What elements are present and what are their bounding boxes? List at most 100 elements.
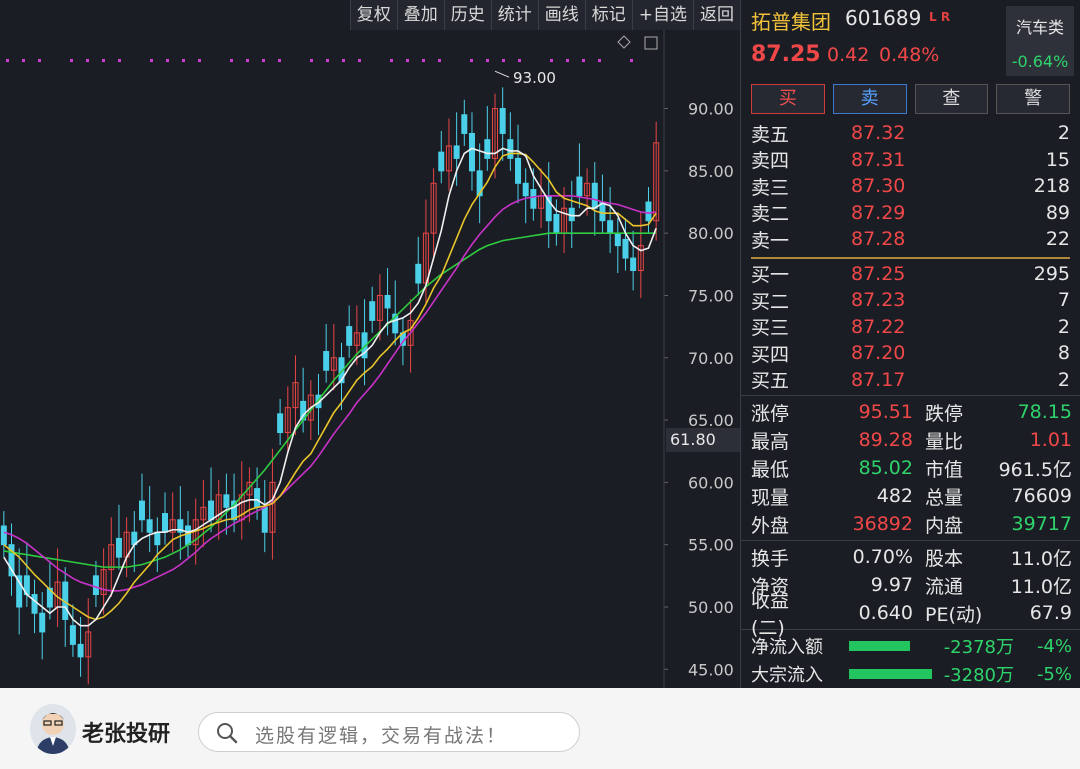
bids-level-row[interactable]: 买二 87.23 7 — [751, 287, 1070, 314]
divider — [741, 395, 1080, 396]
capital-flow-row: 大宗流入 -3280万 -5% — [741, 660, 1080, 688]
toolbar-button-6[interactable]: +自选 — [631, 0, 693, 30]
toolbar-button-7[interactable]: 返回 — [693, 0, 740, 30]
bids-price: 87.23 — [851, 289, 906, 312]
asks-price: 87.32 — [851, 122, 906, 145]
stat-k: 涨停 — [751, 402, 790, 425]
asks-label: 卖五 — [751, 123, 790, 146]
asks-level-row[interactable]: 卖五 87.32 2 — [751, 120, 1070, 147]
candle-body — [576, 176, 583, 197]
bids-level-row[interactable]: 买四 87.20 8 — [751, 340, 1070, 367]
y-tick-label: 50.00 — [688, 598, 734, 617]
quote-stats-fundamental: 换手 0.70% 股本 11.0亿 净资 9.97 流通 11.0亿 收益(二) 0.640 PE(… — [741, 543, 1080, 639]
asks-level-row[interactable]: 卖一 87.28 22 — [751, 226, 1070, 253]
sell-button[interactable]: 卖 — [832, 84, 907, 114]
signal-marker — [390, 59, 393, 62]
ma60-line — [3, 232, 657, 568]
flow-pct: -5% — [1036, 663, 1072, 685]
asks-label: 卖二 — [751, 203, 790, 226]
search-box[interactable]: 选股有逻辑，交易有战法！ — [198, 712, 580, 752]
candle-body — [69, 625, 76, 645]
stat-v: 85.02 — [858, 457, 913, 479]
stock-name[interactable]: 拓普集团 — [751, 6, 831, 35]
stat-k2: 市值 — [925, 458, 964, 481]
chart-toolbar: 复权 叠加 历史 统计 画线 标记 +自选 返回 — [349, 0, 740, 30]
kline-chart[interactable]: 90.0085.0080.0075.0070.0065.0060.0055.00… — [0, 0, 740, 688]
footer-bar: 老张投研 选股有逻辑，交易有战法！ — [0, 688, 1080, 769]
candle-body — [591, 182, 598, 209]
asks-level-row[interactable]: 卖三 87.30 218 — [751, 173, 1070, 200]
kline-chart-pane[interactable]: 90.00 85.00 80.00 75.00 70.00 65.00 60.00 55.00… — [0, 0, 740, 688]
bids-label: 买一 — [751, 264, 790, 287]
stat-k2: 总量 — [925, 486, 964, 509]
toolbar-button-2[interactable]: 历史 — [443, 0, 491, 30]
toolbar-button-0[interactable]: 复权 — [349, 0, 397, 30]
alert-button[interactable]: 警 — [996, 84, 1070, 114]
ma20-line — [3, 194, 657, 592]
asks-label: 卖三 — [751, 176, 790, 199]
signal-marker — [278, 59, 281, 62]
asks-price: 87.28 — [851, 228, 906, 251]
bids-label: 买四 — [751, 343, 790, 366]
stat-row: 收益(二) 0.640 PE(动) 67.9 — [751, 590, 1072, 639]
toolbar-button-4[interactable]: 画线 — [537, 0, 585, 30]
search-placeholder: 选股有逻辑，交易有战法！ — [255, 725, 508, 747]
peak-pointer — [494, 70, 510, 78]
price-change-pct: 0.48% — [879, 44, 940, 66]
asks-vol: 218 — [1033, 175, 1070, 198]
bids-level-row[interactable]: 买三 87.22 2 — [751, 314, 1070, 341]
signal-marker — [486, 59, 489, 62]
y-tick-label: 75.00 — [688, 286, 734, 305]
signal-marker — [310, 59, 313, 62]
toolbar-button-1[interactable]: 叠加 — [396, 0, 444, 30]
flow-label: 净流入额 — [751, 637, 823, 658]
panel-toggle-icon — [644, 36, 658, 50]
candle-body — [39, 612, 46, 633]
stat-k: 现量 — [751, 486, 790, 509]
bids-level-row[interactable]: 买五 87.17 2 — [751, 367, 1070, 394]
bids-label: 买五 — [751, 370, 790, 393]
stat-k2: 内盘 — [925, 514, 964, 537]
stat-v: 36892 — [852, 513, 913, 535]
candle-body — [261, 506, 268, 533]
bids-level-row[interactable]: 买一 87.25 295 — [751, 261, 1070, 288]
toolbar-button-5[interactable]: 标记 — [584, 0, 632, 30]
asks-label: 卖四 — [751, 150, 790, 173]
y-tick-label: 85.00 — [688, 162, 734, 181]
signal-marker — [342, 59, 345, 62]
candle-body — [438, 151, 445, 172]
ask-levels: 卖五 87.32 2 卖四 87.31 15 卖三 87.30 218 卖二 87.29 89 卖一 87… — [751, 120, 1070, 253]
stat-k2: 量比 — [925, 430, 964, 453]
buy-button[interactable]: 买 — [751, 84, 825, 114]
stat-v: 482 — [876, 485, 913, 507]
signal-marker — [38, 59, 41, 62]
search-icon — [217, 723, 238, 744]
quote-stats-primary: 涨停 95.51 跌停 78.15 最高 89.28 量比 1.01 最低 85.02 市值 961.… — [741, 398, 1080, 538]
toolbar-button-3[interactable]: 统计 — [490, 0, 538, 30]
asks-price: 87.29 — [851, 201, 906, 224]
candle-body — [630, 257, 637, 272]
stat-row: 涨停 95.51 跌停 78.15 — [751, 398, 1072, 426]
flow-bar — [849, 641, 910, 651]
stat-v2: 39717 — [1011, 513, 1072, 535]
query-button[interactable]: 查 — [914, 84, 989, 114]
signal-marker — [470, 59, 473, 62]
sector-tile[interactable]: 汽车类 -0.64% — [1006, 6, 1074, 76]
candle-body — [384, 294, 391, 309]
signal-marker — [150, 59, 153, 62]
candle-body — [468, 132, 475, 172]
stat-v: 0.70% — [852, 546, 913, 568]
sector-name: 汽车类 — [1015, 18, 1064, 37]
candle-body — [515, 157, 522, 184]
bids-price: 87.17 — [851, 368, 906, 391]
stat-v2: 11.0亿 — [1010, 547, 1072, 570]
signal-marker — [70, 59, 73, 62]
stat-k2: 股本 — [925, 547, 964, 570]
signal-marker — [502, 59, 505, 62]
candle-body — [484, 139, 491, 159]
stat-v2: 961.5亿 — [998, 458, 1072, 481]
stat-v2: 1.01 — [1029, 429, 1072, 451]
asks-level-row[interactable]: 卖四 87.31 15 — [751, 147, 1070, 174]
order-book: 卖五 87.32 2 卖四 87.31 15 卖三 87.30 218 卖二 87.29 89 卖一 87… — [741, 116, 1080, 393]
asks-level-row[interactable]: 卖二 87.29 89 — [751, 200, 1070, 227]
